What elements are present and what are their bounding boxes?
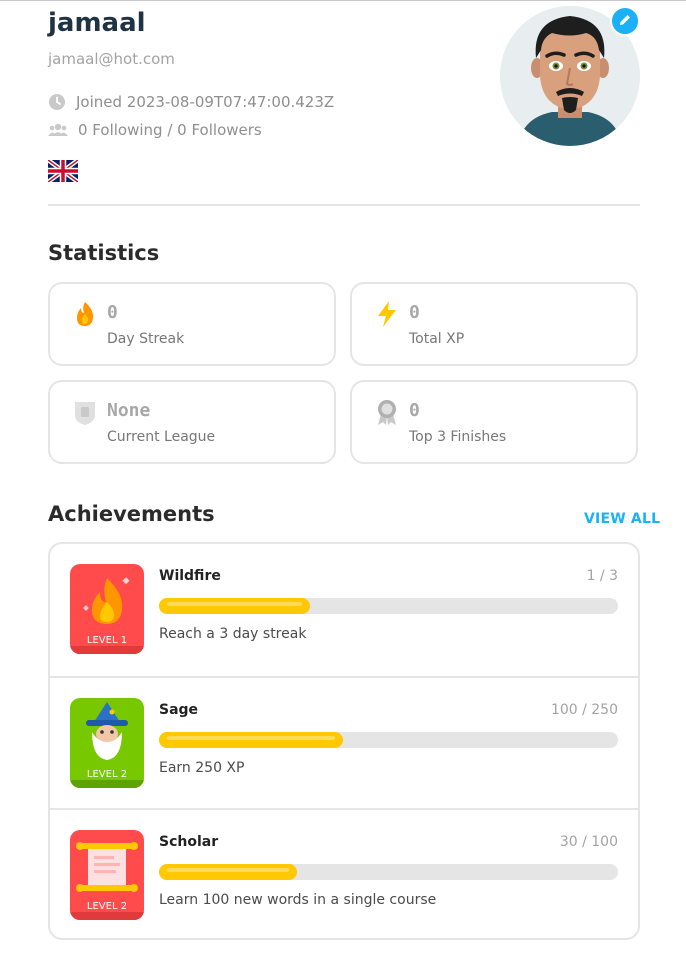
sage-badge-icon: LEVEL 2 — [70, 698, 144, 788]
progress-bar-fill — [159, 598, 311, 614]
achievement-description: Learn 100 new words in a single course — [159, 892, 437, 908]
achievement-progress-text: 30 / 100 — [559, 834, 618, 850]
progress-bar — [159, 598, 618, 614]
achievement-scholar[interactable]: LEVEL 2 Scholar 30 / 100 Learn 100 new w… — [50, 808, 638, 938]
lightning-icon — [374, 300, 400, 328]
achievement-progress-text: 1 / 3 — [586, 568, 618, 584]
edit-profile-button[interactable] — [610, 6, 640, 36]
users-icon — [48, 122, 68, 138]
achievement-progress-text: 100 / 250 — [550, 702, 618, 718]
badge-level-label: LEVEL 2 — [86, 901, 128, 912]
achievement-sage[interactable]: LEVEL 2 Sage 100 / 250 Earn 250 XP — [50, 676, 638, 810]
stat-card-day-streak: 0 Day Streak — [48, 282, 336, 366]
achievements-list: LEVEL 1 Wildfire 1 / 3 Reach a 3 day str… — [48, 542, 640, 940]
stat-label: Day Streak — [107, 331, 185, 347]
profile-email: jamaal@hot.com — [48, 50, 175, 68]
clock-icon — [48, 93, 66, 111]
medal-icon — [374, 398, 400, 426]
stat-label: Total XP — [409, 331, 465, 347]
achievement-description: Earn 250 XP — [159, 760, 245, 776]
stat-value: 0 — [107, 302, 118, 323]
statistics-title: Statistics — [48, 241, 160, 265]
achievement-name: Scholar — [159, 834, 219, 850]
achievement-description: Reach a 3 day streak — [159, 626, 307, 642]
stat-card-total-xp: 0 Total XP — [350, 282, 638, 366]
uk-flag-icon — [46, 158, 80, 184]
badge-level-label: LEVEL 1 — [86, 635, 128, 646]
top-border — [0, 0, 686, 1]
fire-icon — [72, 300, 98, 328]
joined-row: Joined 2023-08-09T07:47:00.423Z — [48, 93, 334, 111]
joined-date: Joined 2023-08-09T07:47:00.423Z — [76, 93, 335, 111]
view-all-link[interactable]: VIEW ALL — [584, 511, 660, 527]
stat-card-top3-finishes: 0 Top 3 Finishes — [350, 380, 638, 464]
stat-label: Top 3 Finishes — [409, 429, 507, 445]
follow-row: 0 Following / 0 Followers — [48, 121, 262, 139]
stat-card-current-league: None Current League — [48, 380, 336, 464]
progress-bar-fill — [159, 732, 343, 748]
profile-username: jamaal — [48, 8, 146, 38]
achievement-name: Wildfire — [159, 568, 221, 584]
scholar-badge-icon: LEVEL 2 — [70, 830, 144, 920]
progress-bar — [159, 864, 618, 880]
follow-counts[interactable]: 0 Following / 0 Followers — [78, 121, 262, 139]
shield-icon — [72, 398, 98, 426]
header-divider — [48, 204, 640, 206]
achievements-title: Achievements — [48, 502, 215, 526]
stat-value: 0 — [409, 302, 420, 323]
pencil-icon — [618, 12, 632, 31]
stat-label: Current League — [107, 429, 216, 445]
stat-value: 0 — [409, 400, 420, 421]
badge-level-label: LEVEL 2 — [86, 769, 128, 780]
achievement-wildfire[interactable]: LEVEL 1 Wildfire 1 / 3 Reach a 3 day str… — [50, 544, 638, 676]
achievement-name: Sage — [159, 702, 199, 718]
progress-bar-fill — [159, 864, 297, 880]
wildfire-badge-icon: LEVEL 1 — [70, 564, 144, 654]
progress-bar — [159, 732, 618, 748]
stat-value: None — [107, 400, 151, 421]
